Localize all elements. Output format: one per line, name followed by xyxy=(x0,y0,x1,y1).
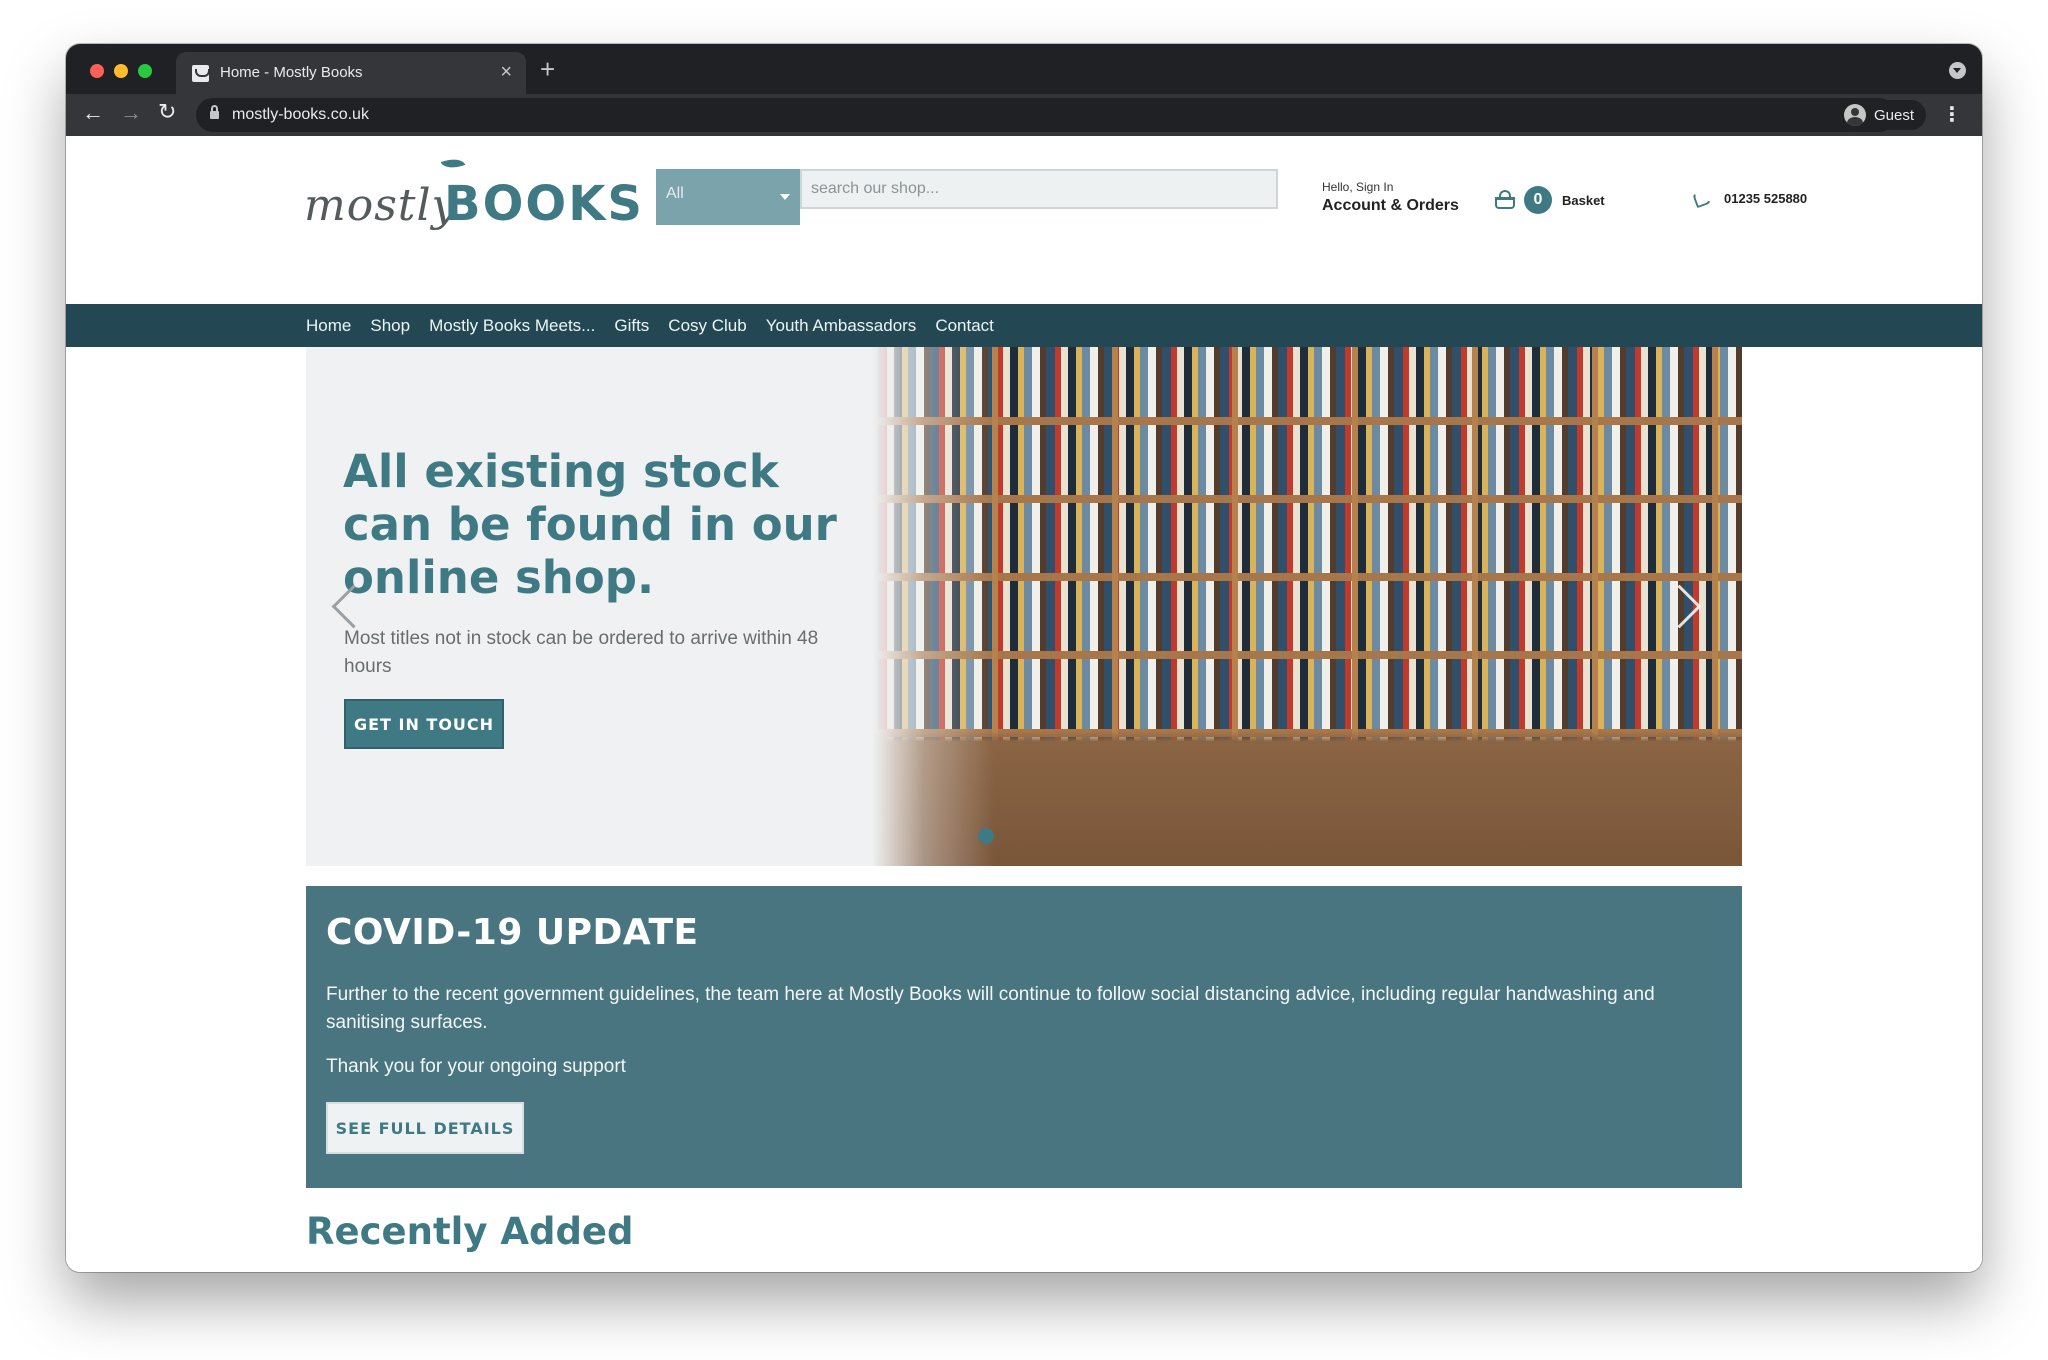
phone-contact[interactable]: 01235 525880 xyxy=(1692,187,1807,209)
back-arrow-icon[interactable]: ← xyxy=(82,100,104,126)
carousel-next-icon[interactable] xyxy=(1674,579,1702,635)
account-menu[interactable]: Hello, Sign In Account & Orders xyxy=(1322,180,1459,215)
close-window-button[interactable] xyxy=(90,64,104,78)
phone-number: 01235 525880 xyxy=(1724,190,1808,206)
browser-window: Home - Mostly Books × + ← → ↻ mostly-boo… xyxy=(66,44,1982,1272)
bookshop-photo xyxy=(872,347,1742,866)
hero-heading: All existing stock can be found in our o… xyxy=(343,445,837,604)
search-category-select[interactable]: All xyxy=(656,169,800,225)
basket-button[interactable]: 0 Basket xyxy=(1494,186,1605,214)
nav-item-mostly-books-meets[interactable]: Mostly Books Meets... xyxy=(429,316,595,336)
covid-title: COVID-19 UPDATE xyxy=(326,912,699,953)
account-orders-link[interactable]: Account & Orders xyxy=(1322,197,1459,215)
profile-button[interactable]: Guest xyxy=(1837,100,1926,130)
reload-icon[interactable]: ↻ xyxy=(158,99,176,125)
nav-item-contact[interactable]: Contact xyxy=(935,316,994,336)
account-greeting: Hello, Sign In xyxy=(1322,180,1394,194)
avatar-icon xyxy=(1843,104,1866,126)
profile-label: Guest xyxy=(1873,106,1914,124)
tab-search-icon[interactable] xyxy=(1949,62,1966,79)
chevron-down-icon xyxy=(780,194,790,200)
get-in-touch-button[interactable]: GET IN TOUCH xyxy=(344,699,504,749)
logo-text-books: BOOKS xyxy=(444,176,644,232)
nav-item-home[interactable]: Home xyxy=(306,316,351,336)
maximize-window-button[interactable] xyxy=(138,64,152,78)
forward-arrow-icon[interactable]: → xyxy=(120,100,142,126)
search-input[interactable] xyxy=(800,169,1278,209)
basket-label: Basket xyxy=(1562,192,1605,208)
address-bar[interactable]: mostly-books.co.uk xyxy=(196,98,1896,132)
nav-item-gifts[interactable]: Gifts xyxy=(614,316,649,336)
nav-item-shop[interactable]: Shop xyxy=(370,316,410,336)
nav-item-youth-ambassadors[interactable]: Youth Ambassadors xyxy=(766,316,917,336)
leaf-icon xyxy=(440,154,466,173)
carousel-prev-icon[interactable] xyxy=(326,579,354,635)
phone-icon xyxy=(1692,187,1714,209)
lock-icon[interactable] xyxy=(210,105,219,119)
tab-title: Home - Mostly Books xyxy=(220,64,363,81)
see-full-details-button[interactable]: SEE FULL DETAILS xyxy=(326,1102,524,1154)
tab-bar: Home - Mostly Books × + xyxy=(66,44,1982,94)
carousel-dot[interactable] xyxy=(978,828,994,844)
site-favicon-icon xyxy=(192,65,210,82)
basket-count-badge: 0 xyxy=(1524,186,1552,214)
search-category-value: All xyxy=(666,185,684,202)
covid-body: Further to the recent government guideli… xyxy=(326,984,1655,1033)
browser-menu-icon[interactable]: ⋮ xyxy=(1942,102,1962,127)
minimize-window-button[interactable] xyxy=(114,64,128,78)
basket-icon xyxy=(1494,190,1516,210)
covid-thanks: Thank you for your ongoing support xyxy=(326,1056,626,1077)
nav-item-cosy-club[interactable]: Cosy Club xyxy=(668,316,746,336)
address-url: mostly-books.co.uk xyxy=(232,106,369,123)
covid-update-panel: COVID-19 UPDATE Further to the recent go… xyxy=(306,886,1742,1188)
hero-subtext: Most titles not in stock can be ordered … xyxy=(344,628,819,677)
search-bar: All xyxy=(656,169,1278,225)
site-logo[interactable]: mostly BOOKS xyxy=(304,144,642,256)
recently-added-title: Recently Added xyxy=(306,1210,634,1253)
browser-tab-active[interactable]: Home - Mostly Books × xyxy=(176,52,526,94)
logo-text-mostly: mostly xyxy=(304,180,458,231)
hero-carousel: All existing stock can be found in our o… xyxy=(306,347,1742,866)
tab-close-icon[interactable]: × xyxy=(500,61,512,84)
main-navigation: Home Shop Mostly Books Meets... Gifts Co… xyxy=(66,304,1982,347)
new-tab-button[interactable]: + xyxy=(540,54,555,85)
web-page: mostly BOOKS All Hello, Sign In Account … xyxy=(66,136,1982,1272)
browser-toolbar: ← → ↻ mostly-books.co.uk Guest ⋮ xyxy=(66,94,1982,136)
